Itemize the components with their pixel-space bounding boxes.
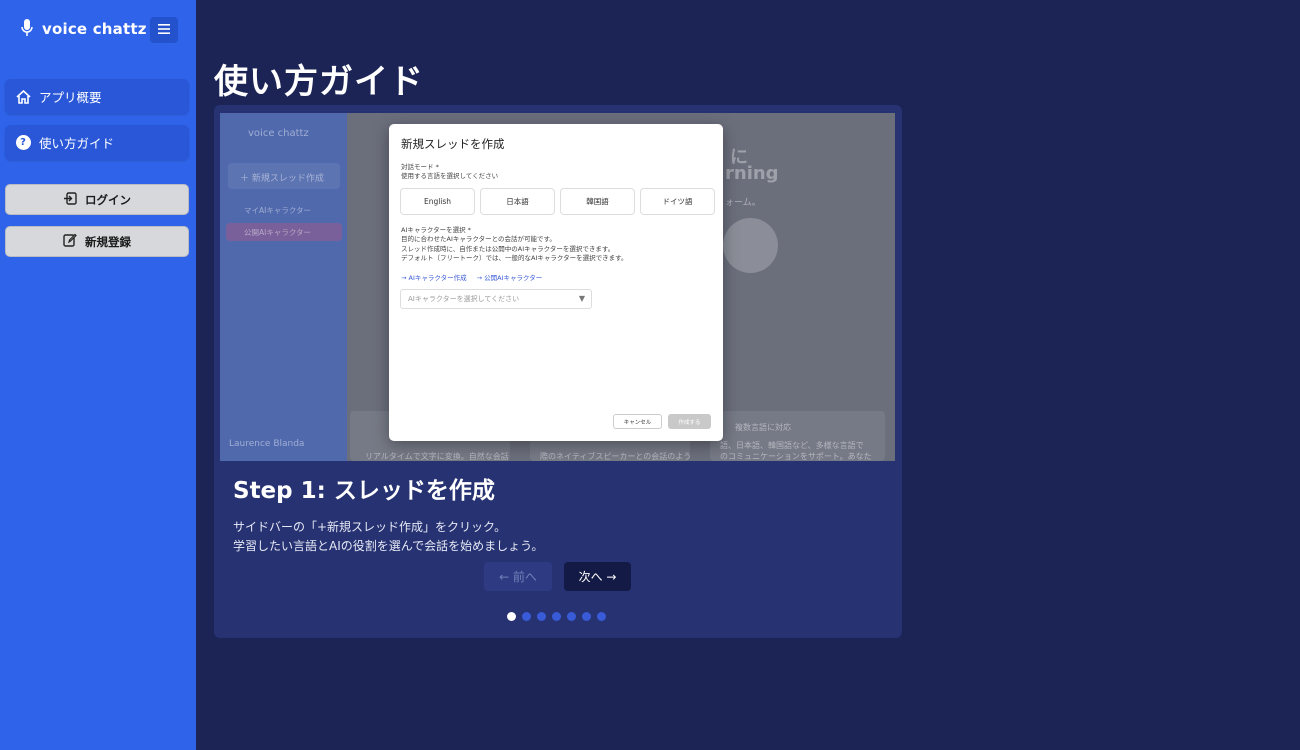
menu-toggle-button[interactable] — [150, 17, 178, 43]
new-thread-modal: 新規スレッドを作成 対話モード * 使用する言語を選択してください Englis… — [389, 124, 723, 441]
signup-label: 新規登録 — [85, 234, 131, 249]
help-icon: ? — [15, 135, 31, 151]
screenshot-public-ai: 公開AIキャラクター — [244, 228, 312, 237]
prev-button[interactable]: ← 前へ — [484, 562, 552, 591]
pagination-dot[interactable] — [522, 612, 531, 621]
login-button[interactable]: ログイン — [5, 184, 189, 215]
brand[interactable]: voice chattz — [20, 18, 147, 40]
guide-card: voice chattz ＋ 新規スレッド作成 マイAIキャラクター 公開AIキ… — [214, 105, 902, 638]
ai-help-2: スレッド作成時に、自作または公開中のAIキャラクターを選択できます。 — [401, 244, 615, 253]
page-title: 使い方ガイド — [214, 62, 424, 102]
sidebar-item-guide[interactable]: ? 使い方ガイド — [5, 125, 189, 160]
app-name: voice chattz — [42, 20, 147, 38]
screenshot-mid-text: 際のネイティブスピーカーとの会話のよう — [540, 452, 692, 461]
modal-title: 新規スレッドを作成 — [401, 137, 505, 151]
hamburger-icon — [158, 22, 170, 38]
ai-public-link[interactable]: → 公開AIキャラクター — [477, 272, 543, 282]
pagination-dot[interactable] — [582, 612, 591, 621]
pagination-dot[interactable] — [597, 612, 606, 621]
ai-character-select[interactable]: AIキャラクターを選択してください ▼ — [400, 289, 592, 309]
ai-links: → AIキャラクター作成 → 公開AIキャラクター — [401, 272, 542, 282]
screenshot-left-text: リアルタイムで文字に変換。自然な会話 — [365, 452, 509, 461]
ai-help-3: デフォルト（フリートーク）では、一般的なAIキャラクターを選択できます。 — [401, 254, 628, 263]
guide-screenshot: voice chattz ＋ 新規スレッド作成 マイAIキャラクター 公開AIキ… — [220, 113, 895, 461]
next-button[interactable]: 次へ → — [564, 562, 631, 591]
screenshot-app-name: voice chattz — [248, 128, 309, 139]
language-option-english[interactable]: English — [400, 188, 475, 215]
sidebar-item-label: アプリ概要 — [39, 90, 102, 105]
screenshot-feature: 複数言語に対応 — [735, 423, 791, 432]
screenshot-hero-3: ォーム。 — [725, 198, 761, 208]
screenshot-feature-text-2: のコミュニケーションをサポート。あなた — [720, 452, 872, 461]
step-desc-line-1: サイドバーの「+新規スレッド作成」をクリック。 — [233, 520, 507, 534]
screenshot-hero-2: rning — [725, 163, 779, 184]
pagination-dot[interactable] — [537, 612, 546, 621]
screenshot-my-ai: マイAIキャラクター — [244, 206, 312, 215]
home-icon — [15, 89, 31, 105]
signup-button[interactable]: 新規登録 — [5, 226, 189, 257]
pagination-dots — [507, 612, 606, 621]
select-placeholder: AIキャラクターを選択してください — [408, 295, 520, 303]
sidebar: voice chattz アプリ概要 ? 使い方ガイド ログイン 新規登録 — [0, 0, 196, 750]
edit-icon — [63, 233, 77, 250]
microphone-icon — [20, 18, 34, 40]
step-description: サイドバーの「+新規スレッド作成」をクリック。 学習したい言語とAIの役割を選ん… — [233, 518, 543, 555]
step-desc-line-2: 学習したい言語とAIの役割を選んで会話を始めましょう。 — [233, 538, 544, 553]
screenshot-user: Laurence Blanda — [229, 439, 305, 449]
ai-create-link[interactable]: → AIキャラクター作成 — [401, 272, 467, 282]
ai-label-text: AIキャラクターを選択 * — [401, 226, 471, 234]
screenshot-illustration — [723, 218, 778, 273]
cancel-button[interactable]: キャンセル — [613, 414, 662, 429]
ai-label: AIキャラクターを選択 * 目的に合わせたAIキャラクターとの会話が可能です。 … — [401, 226, 627, 264]
language-option-japanese[interactable]: 日本語 — [480, 188, 555, 215]
language-options: English 日本語 韓国語 ドイツ語 — [400, 188, 715, 215]
mode-label-text: 対話モード * — [401, 163, 439, 171]
mode-label: 対話モード * 使用する言語を選択してください — [401, 163, 498, 182]
pagination-dot[interactable] — [552, 612, 561, 621]
screenshot-new-thread: ＋ 新規スレッド作成 — [240, 174, 324, 184]
language-option-german[interactable]: ドイツ語 — [640, 188, 715, 215]
pagination-dot[interactable] — [567, 612, 576, 621]
step-title: Step 1: スレッドを作成 — [233, 478, 495, 504]
screenshot-feature-text: 語、日本語、韓国語など、多様な言語で — [720, 441, 864, 450]
create-button[interactable]: 作成する — [668, 414, 711, 429]
sidebar-item-overview[interactable]: アプリ概要 — [5, 79, 189, 114]
dropdown-arrow-icon: ▼ — [578, 294, 585, 303]
sidebar-item-label: 使い方ガイド — [39, 136, 115, 151]
language-option-korean[interactable]: 韓国語 — [560, 188, 635, 215]
mode-help-text: 使用する言語を選択してください — [401, 172, 499, 181]
login-icon — [63, 191, 77, 208]
ai-help-1: 目的に合わせたAIキャラクターとの会話が可能です。 — [401, 235, 556, 244]
pagination-dot[interactable] — [507, 612, 516, 621]
login-label: ログイン — [85, 192, 131, 207]
